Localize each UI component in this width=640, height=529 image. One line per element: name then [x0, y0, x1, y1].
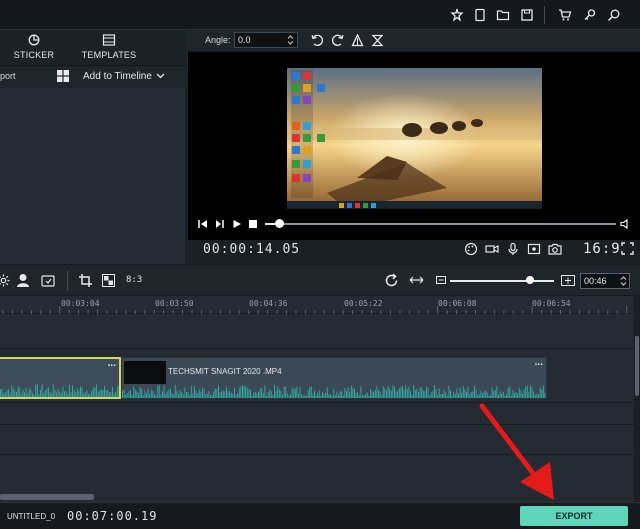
- tab-templates-label: TEMPLATES: [81, 50, 137, 60]
- fullscreen-icon[interactable]: [621, 242, 634, 255]
- clip-thumbnail: [124, 361, 166, 384]
- playback-seek-bar[interactable]: [265, 219, 616, 228]
- tab-sticker-label: STICKER: [13, 50, 55, 60]
- zoom-input[interactable]: 00:46: [580, 273, 630, 289]
- horizontal-scrollbar[interactable]: [0, 494, 94, 500]
- video-preview[interactable]: [188, 52, 640, 240]
- zoom-out-icon[interactable]: [436, 276, 446, 284]
- rotate-left-icon[interactable]: [311, 34, 324, 47]
- tab-templates[interactable]: TEMPLATES: [74, 30, 144, 66]
- export-label: EXPORT: [555, 511, 593, 521]
- open-folder-icon[interactable]: [496, 8, 510, 22]
- screen-record-icon[interactable]: [527, 242, 541, 256]
- face-person-icon[interactable]: [16, 273, 30, 288]
- save-icon[interactable]: [520, 8, 534, 22]
- toolbar-divider: [67, 271, 68, 291]
- zoom-value: 00:46: [584, 276, 607, 286]
- refresh-icon[interactable]: [384, 273, 399, 288]
- current-time: 00:00:14.05: [203, 242, 301, 257]
- zoom-in-icon[interactable]: [561, 275, 575, 286]
- color-palette-icon[interactable]: [464, 242, 478, 256]
- project-duration: 00:07:00.19: [67, 509, 158, 523]
- add-to-timeline-button[interactable]: Add to Timeline: [83, 71, 152, 82]
- vertical-scrollbar-track[interactable]: [634, 296, 640, 502]
- record-camera-icon[interactable]: [485, 242, 499, 256]
- video-clip[interactable]: TECHSMIT SNAGIT 2020 .MP4 ...: [121, 357, 547, 399]
- step-frame-icon[interactable]: [215, 219, 225, 229]
- video-clip-selected[interactable]: ...: [0, 357, 121, 399]
- zoom-handle[interactable]: [526, 276, 535, 284]
- ruler-label: 00:06:08: [438, 299, 477, 308]
- ratio-label[interactable]: 8:3: [126, 275, 142, 285]
- media-action-row: port Add to Timeline: [0, 66, 187, 88]
- cart-icon[interactable]: [558, 8, 572, 22]
- ruler-label: 00:05:22: [344, 299, 383, 308]
- sticker-icon: [28, 34, 40, 46]
- snapshot-camera-icon[interactable]: [548, 242, 562, 256]
- settings-gear-icon[interactable]: [0, 274, 10, 287]
- clip-name: TECHSMIT SNAGIT 2020 .MP4: [168, 367, 282, 376]
- tab-sticker[interactable]: STICKER: [6, 30, 62, 66]
- skip-back-icon[interactable]: [198, 219, 208, 229]
- templates-icon: [102, 34, 116, 46]
- windows-grid-icon: [57, 70, 69, 82]
- zoom-slider[interactable]: [450, 276, 554, 284]
- volume-icon[interactable]: [620, 219, 631, 229]
- ruler-label: 00:03:04: [61, 299, 100, 308]
- flip-vertical-icon[interactable]: [371, 34, 384, 47]
- new-file-icon[interactable]: [473, 8, 487, 22]
- media-tabs: STICKER TEMPLATES: [0, 30, 187, 66]
- stop-icon[interactable]: [249, 220, 257, 228]
- fit-width-icon[interactable]: [409, 275, 424, 285]
- ruler-label: 00:06:54: [532, 299, 571, 308]
- ruler-label: 00:03:50: [155, 299, 194, 308]
- audio-waveform: [0, 384, 119, 397]
- microphone-icon[interactable]: [506, 242, 520, 256]
- zoom-spinner-icon[interactable]: [620, 275, 627, 287]
- flip-horizontal-icon[interactable]: [351, 34, 364, 47]
- timeline-toolbar: 8:3 00:46: [0, 264, 640, 296]
- rotate-right-icon[interactable]: [331, 34, 344, 47]
- toolbar-divider: [544, 6, 545, 24]
- clip-menu-icon[interactable]: ...: [108, 358, 116, 369]
- annotation-arrow: [479, 403, 554, 500]
- play-icon[interactable]: [232, 219, 242, 229]
- angle-value: 0.0: [238, 35, 251, 45]
- status-bar: UNTITLED_0 00:07:00.19 EXPORT: [0, 502, 640, 529]
- video-frame: [287, 68, 542, 209]
- vertical-scrollbar[interactable]: [635, 336, 639, 396]
- media-panel: STICKER TEMPLATES port Add to Timeline: [0, 30, 187, 264]
- timeline-ruler[interactable]: 00:03:04 00:03:50 00:04:36 00:05:22 00:0…: [0, 296, 634, 314]
- crop-icon[interactable]: [78, 273, 93, 288]
- import-button[interactable]: port: [0, 71, 16, 81]
- search-icon[interactable]: [607, 8, 621, 22]
- export-button[interactable]: EXPORT: [520, 506, 628, 526]
- top-toolbar: [0, 0, 640, 30]
- audio-waveform: [122, 385, 546, 398]
- aspect-ratio[interactable]: 16:9: [583, 241, 621, 257]
- track-divider: [0, 348, 634, 349]
- clip-action-icon[interactable]: [41, 274, 55, 287]
- mosaic-icon[interactable]: [102, 274, 115, 287]
- theme-icon[interactable]: [450, 8, 464, 22]
- chevron-down-icon[interactable]: [156, 72, 165, 80]
- clip-menu-icon[interactable]: ...: [535, 357, 543, 368]
- angle-spinner-icon[interactable]: [287, 34, 294, 46]
- angle-label: Angle:: [205, 35, 231, 45]
- account-key-icon[interactable]: [583, 8, 597, 22]
- ruler-label: 00:04:36: [249, 299, 288, 308]
- project-name: UNTITLED_0: [7, 512, 56, 521]
- seek-handle[interactable]: [275, 219, 285, 228]
- angle-input[interactable]: 0.0: [234, 32, 298, 48]
- preview-panel: Angle: 0.0 00:00:14.05 16:9: [188, 30, 640, 264]
- preview-toolbar: Angle: 0.0: [188, 30, 640, 52]
